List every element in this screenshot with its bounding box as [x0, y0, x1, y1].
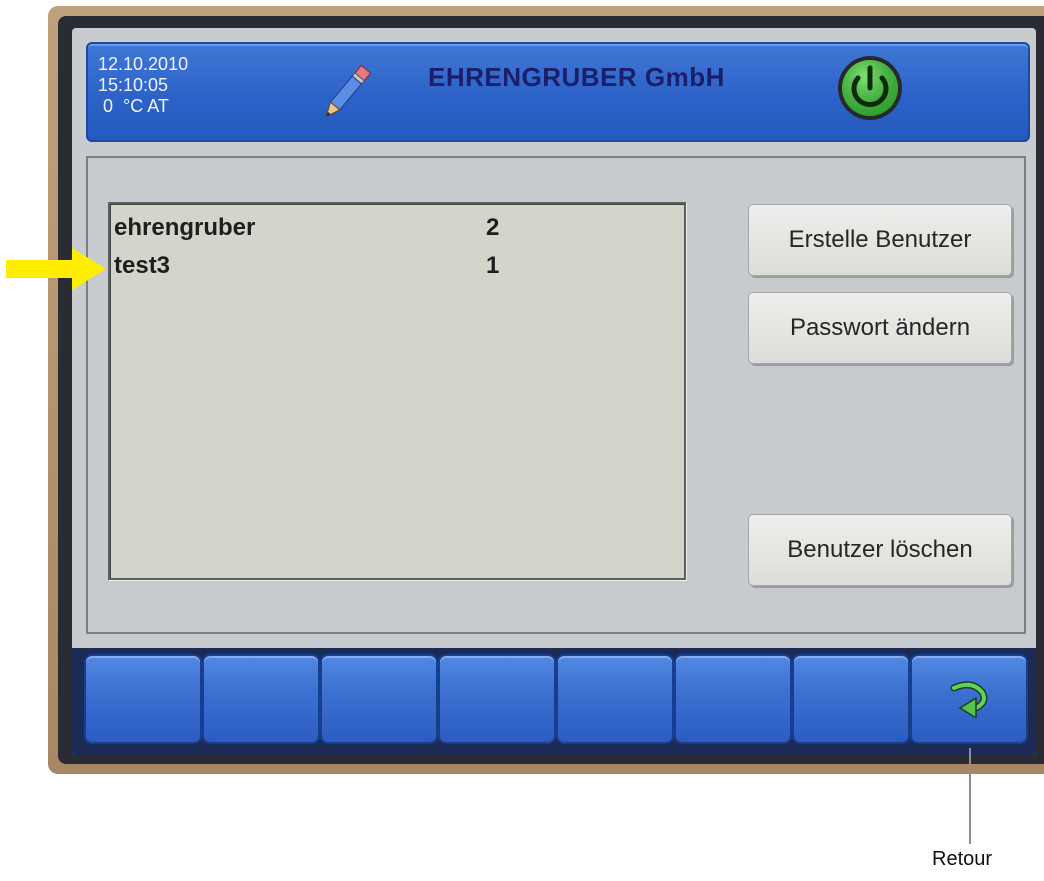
pencil-icon[interactable]: [316, 58, 376, 128]
change-password-button[interactable]: Passwort ändern: [748, 292, 1012, 364]
user-list[interactable]: ehrengruber 2 test3 1: [108, 202, 686, 580]
touch-screen: 12.10.2010 15:10:05 0 °C AT EHRENGRUBER …: [72, 28, 1036, 756]
delete-user-button[interactable]: Benutzer löschen: [748, 514, 1012, 586]
create-user-button[interactable]: Erstelle Benutzer: [748, 204, 1012, 276]
retour-label: Retour: [932, 848, 993, 870]
function-key-7[interactable]: [792, 654, 910, 744]
back-button[interactable]: [910, 654, 1028, 744]
user-level: 1: [486, 252, 500, 279]
function-key-2[interactable]: [202, 654, 320, 744]
header-bar: 12.10.2010 15:10:05 0 °C AT EHRENGRUBER …: [86, 42, 1030, 142]
user-name: test3: [114, 252, 171, 279]
function-key-6[interactable]: [674, 654, 792, 744]
function-key-4[interactable]: [438, 654, 556, 744]
user-row[interactable]: ehrengruber 2: [114, 214, 674, 244]
back-arrow-icon: [950, 681, 988, 718]
status-info: 12.10.2010 15:10:05 0 °C AT: [98, 54, 188, 117]
function-key-bar: [72, 648, 1036, 756]
callout-line: [969, 748, 971, 844]
selection-arrow-icon: [6, 248, 106, 290]
function-key-1[interactable]: [84, 654, 202, 744]
user-level: 2: [486, 214, 500, 241]
user-management-panel: ehrengruber 2 test3 1 Erstelle Benutzer …: [86, 156, 1026, 634]
function-key-5[interactable]: [556, 654, 674, 744]
temperature-text: 0 °C AT: [98, 96, 169, 116]
company-name: EHRENGRUBER GmbH: [428, 62, 725, 92]
power-icon[interactable]: [836, 54, 904, 122]
user-row[interactable]: test3 1: [114, 252, 674, 282]
function-key-3[interactable]: [320, 654, 438, 744]
time-text: 15:10:05: [98, 75, 169, 95]
user-name: ehrengruber: [114, 214, 256, 241]
date-text: 12.10.2010: [98, 54, 189, 74]
